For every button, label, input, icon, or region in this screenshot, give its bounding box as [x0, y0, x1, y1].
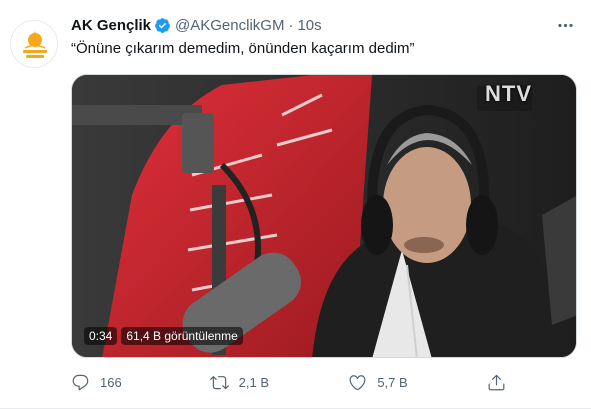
- avatar[interactable]: [10, 20, 58, 68]
- share-button[interactable]: [487, 373, 511, 392]
- video-player[interactable]: NTV 0:34 61,4 B görüntülenme: [71, 74, 577, 358]
- retweet-button[interactable]: 2,1 B: [209, 373, 320, 392]
- tweet[interactable]: AK Gençlik @AKGenclikGM · 10s “Önüne çık…: [0, 0, 591, 409]
- ntv-watermark: NTV: [485, 81, 532, 106]
- retweet-count: 2,1 B: [238, 374, 270, 390]
- view-count: 61,4 B görüntülenme: [121, 327, 243, 345]
- verified-badge-icon: [155, 17, 170, 33]
- like-button[interactable]: 5,7 B: [348, 373, 458, 392]
- more-options-button[interactable]: [553, 14, 577, 36]
- reply-count: 166: [100, 374, 122, 390]
- ak-genclik-logo-icon: [11, 21, 57, 67]
- heart-icon: [349, 374, 366, 390]
- reply-button[interactable]: 166: [71, 373, 181, 392]
- handle[interactable]: @AKGenclikGM: [175, 17, 284, 34]
- action-bar: 166 2,1 B 5,7 B: [71, 370, 511, 394]
- video-thumbnail: [72, 75, 576, 357]
- reply-icon: [72, 374, 89, 390]
- share-icon: [488, 374, 505, 390]
- video-duration: 0:34: [84, 327, 118, 345]
- video-overlay: 0:34 61,4 B görüntülenme: [84, 327, 243, 345]
- tweet-header: AK Gençlik @AKGenclikGM · 10s: [71, 14, 322, 36]
- like-count: 5,7 B: [377, 374, 408, 390]
- display-name[interactable]: AK Gençlik: [71, 17, 151, 34]
- timestamp[interactable]: 10s: [297, 17, 321, 34]
- retweet-icon: [209, 375, 229, 389]
- more-horizontal-icon: [557, 23, 573, 27]
- separator-dot: ·: [288, 16, 294, 34]
- tweet-text: “Önüne çıkarım demedim, önünden kaçarım …: [71, 40, 415, 57]
